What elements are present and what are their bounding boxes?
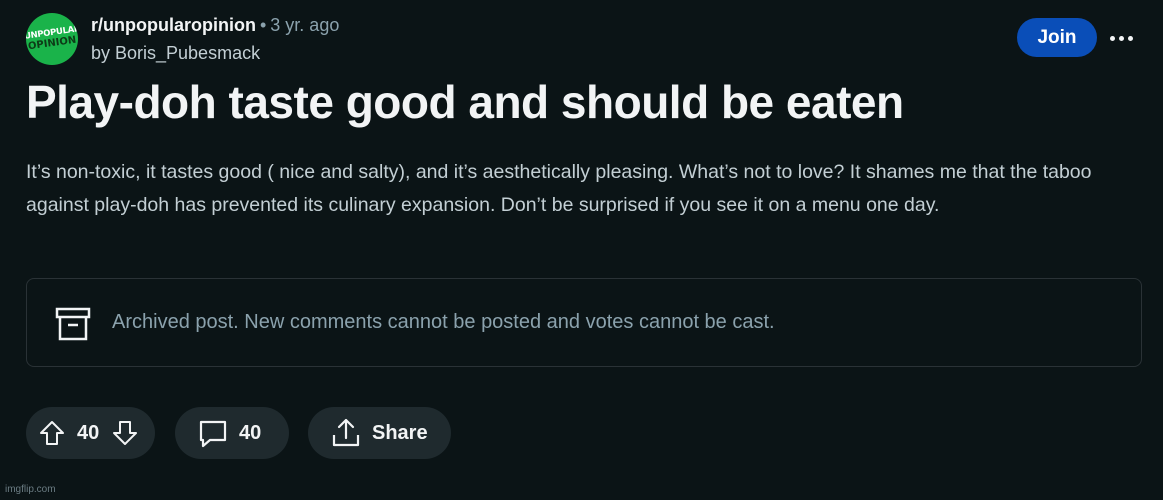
post-body: It’s non-toxic, it tastes good ( nice an… (26, 161, 1092, 216)
vote-bar: 40 (26, 407, 155, 459)
downvote-button[interactable] (111, 419, 139, 447)
ellipsis-icon (1118, 35, 1124, 41)
comment-bubble-icon (199, 420, 227, 448)
share-label: Share (372, 421, 428, 444)
more-options-button[interactable] (1103, 20, 1139, 56)
community-name-link[interactable]: r/unpopularopinion (91, 15, 256, 35)
post-meta: r/unpopularopinion • 3 yr. ago by Boris_Pu… (91, 14, 339, 65)
comments-button[interactable]: 40 (175, 407, 289, 459)
ellipsis-icon (1109, 35, 1115, 41)
author-link[interactable]: by Boris_Pubesmack (91, 41, 339, 65)
post-title: Play-doh taste good and should be eaten (26, 76, 904, 128)
post-header: UNPOPULAR OPINION r/unpopularopinion • 3 y… (24, 12, 1139, 65)
share-button[interactable]: Share (308, 407, 451, 459)
post-age: 3 yr. ago (270, 15, 340, 35)
meta-separator: • (259, 15, 267, 35)
share-icon (332, 418, 360, 447)
upvote-arrow-icon (40, 421, 64, 445)
join-button[interactable]: Join (1017, 18, 1097, 57)
upvote-button[interactable] (38, 419, 66, 447)
downvote-arrow-icon (113, 421, 138, 445)
watermark: imgflip.com (5, 484, 56, 495)
archived-notice-text: Archived post. New comments cannot be po… (112, 311, 775, 333)
archive-icon (55, 307, 91, 341)
vote-score: 40 (77, 421, 100, 444)
community-avatar[interactable]: UNPOPULAR OPINION (26, 13, 78, 65)
comment-count: 40 (239, 421, 262, 444)
archived-notice: Archived post. New comments cannot be po… (26, 278, 1142, 367)
ellipsis-icon (1127, 35, 1133, 41)
